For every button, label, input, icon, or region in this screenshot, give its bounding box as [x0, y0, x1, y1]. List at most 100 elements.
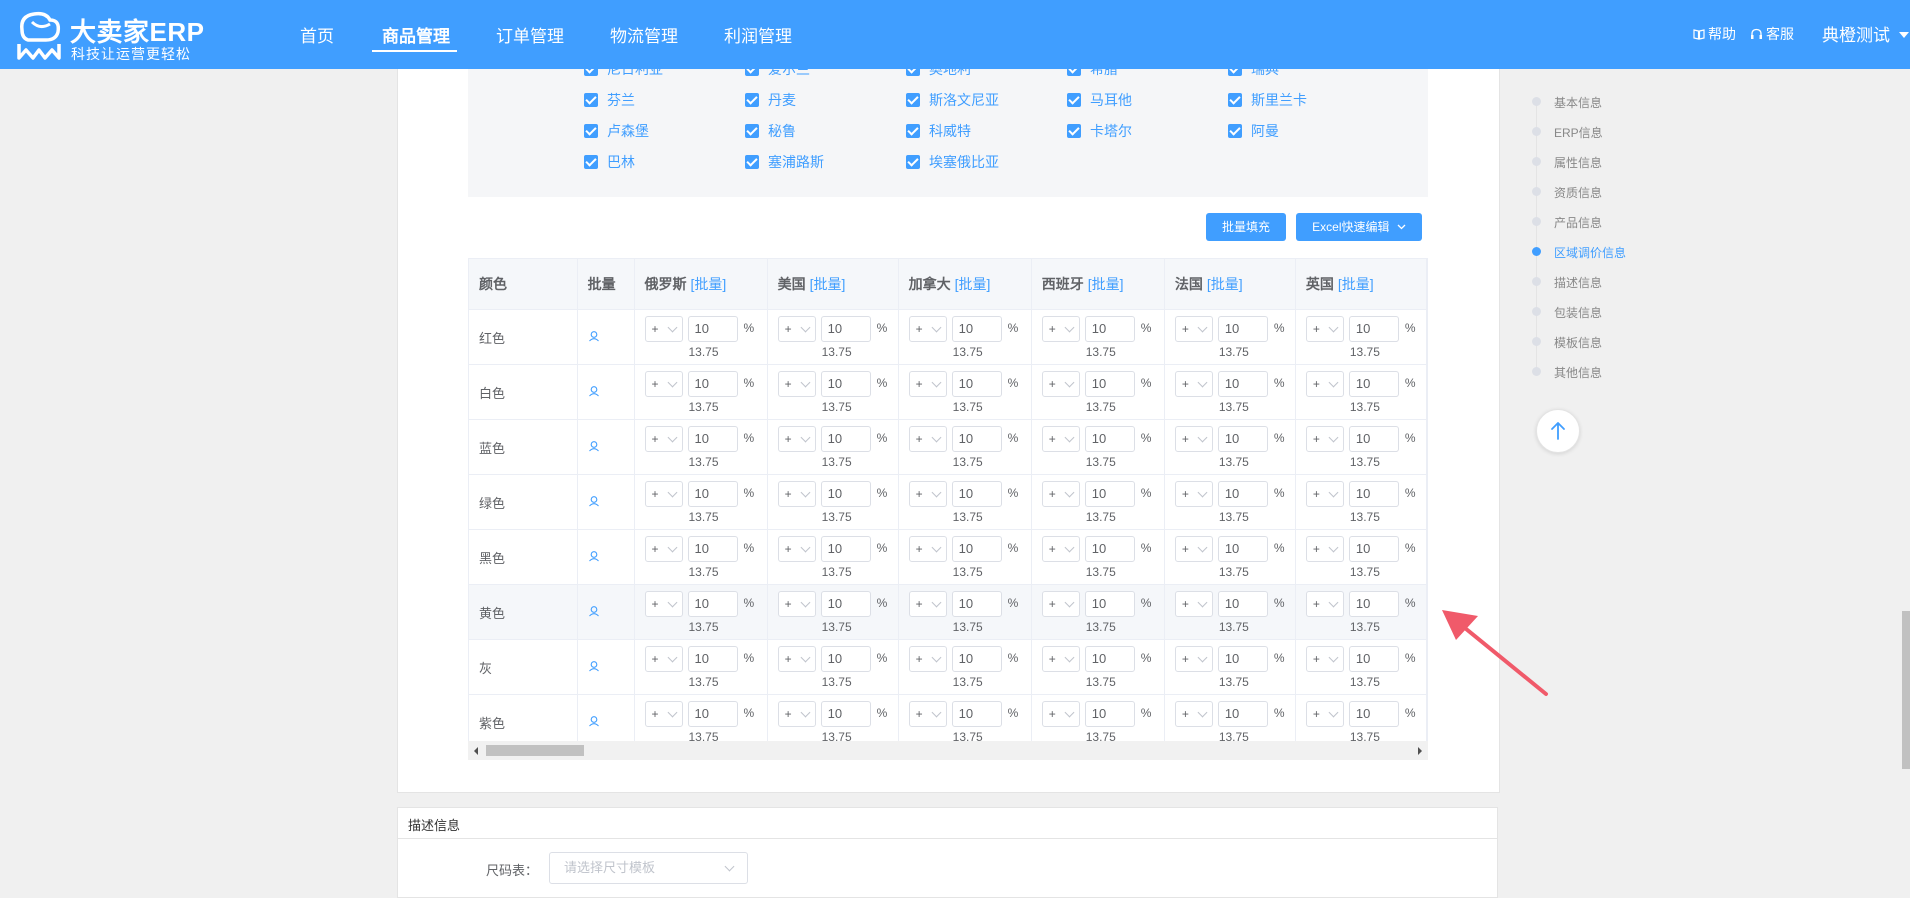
sign-select[interactable]: + — [644, 481, 683, 507]
percent-input[interactable]: 10 — [951, 426, 1002, 452]
excel-quick-edit-button[interactable]: Excel快速编辑 — [1296, 213, 1422, 241]
batch-user-icon[interactable] — [588, 440, 600, 452]
percent-input[interactable]: 10 — [1348, 536, 1399, 562]
percent-input[interactable]: 10 — [820, 481, 871, 507]
sign-select[interactable]: + — [908, 591, 947, 617]
sign-select[interactable]: + — [1305, 371, 1344, 397]
sign-select[interactable]: + — [1174, 591, 1213, 617]
country-checkbox[interactable]: 埃塞俄比亚 — [906, 152, 999, 172]
sign-select[interactable]: + — [1305, 316, 1344, 342]
sign-select[interactable]: + — [644, 536, 683, 562]
percent-input[interactable]: 10 — [951, 371, 1002, 397]
batch-link[interactable]: [批量] — [1207, 276, 1243, 292]
batch-link[interactable]: [批量] — [1338, 276, 1374, 292]
percent-input[interactable]: 10 — [687, 646, 738, 672]
percent-input[interactable]: 10 — [1084, 536, 1135, 562]
percent-input[interactable]: 10 — [1084, 701, 1135, 727]
sign-select[interactable]: + — [1041, 591, 1080, 617]
sign-select[interactable]: + — [644, 646, 683, 672]
sign-select[interactable]: + — [644, 426, 683, 452]
size-template-select[interactable]: 请选择尺寸模板 — [549, 852, 748, 884]
percent-input[interactable]: 10 — [687, 536, 738, 562]
vertical-scroll-thumb[interactable] — [1902, 611, 1910, 769]
country-checkbox[interactable]: 尼日利亚 — [584, 69, 663, 79]
sign-select[interactable]: + — [1041, 316, 1080, 342]
sign-select[interactable]: + — [908, 536, 947, 562]
batch-user-icon[interactable] — [588, 495, 600, 507]
sign-select[interactable]: + — [1041, 481, 1080, 507]
sign-select[interactable]: + — [908, 426, 947, 452]
percent-input[interactable]: 10 — [820, 426, 871, 452]
country-checkbox[interactable]: 巴林 — [584, 152, 635, 172]
sign-select[interactable]: + — [908, 371, 947, 397]
percent-input[interactable]: 10 — [1217, 371, 1268, 397]
sign-select[interactable]: + — [777, 316, 816, 342]
sign-select[interactable]: + — [1305, 701, 1344, 727]
sign-select[interactable]: + — [908, 316, 947, 342]
batch-user-icon[interactable] — [588, 715, 600, 727]
sign-select[interactable]: + — [1305, 591, 1344, 617]
sign-select[interactable]: + — [777, 701, 816, 727]
country-checkbox[interactable]: 奥地利 — [906, 69, 971, 79]
percent-input[interactable]: 10 — [820, 371, 871, 397]
batch-link[interactable]: [批量] — [810, 276, 846, 292]
country-checkbox[interactable]: 斯洛文尼亚 — [906, 90, 999, 110]
batch-user-icon[interactable] — [588, 385, 600, 397]
country-checkbox[interactable]: 瑞典 — [1228, 69, 1279, 79]
percent-input[interactable]: 10 — [951, 701, 1002, 727]
percent-input[interactable]: 10 — [687, 371, 738, 397]
sign-select[interactable]: + — [644, 701, 683, 727]
percent-input[interactable]: 10 — [951, 591, 1002, 617]
country-checkbox[interactable]: 芬兰 — [584, 90, 635, 110]
back-to-top-button[interactable] — [1536, 409, 1580, 453]
percent-input[interactable]: 10 — [1217, 591, 1268, 617]
sign-select[interactable]: + — [1174, 426, 1213, 452]
sign-select[interactable]: + — [777, 371, 816, 397]
nav-logistics-management[interactable]: 物流管理 — [610, 22, 678, 47]
batch-user-icon[interactable] — [588, 660, 600, 672]
percent-input[interactable]: 10 — [951, 536, 1002, 562]
percent-input[interactable]: 10 — [951, 481, 1002, 507]
percent-input[interactable]: 10 — [1217, 701, 1268, 727]
sign-select[interactable]: + — [1174, 646, 1213, 672]
country-checkbox[interactable]: 马耳他 — [1067, 90, 1132, 110]
percent-input[interactable]: 10 — [1348, 481, 1399, 507]
nav-order-management[interactable]: 订单管理 — [496, 22, 564, 47]
country-checkbox[interactable]: 科威特 — [906, 121, 971, 141]
country-checkbox[interactable]: 希腊 — [1067, 69, 1118, 79]
percent-input[interactable]: 10 — [1084, 426, 1135, 452]
percent-input[interactable]: 10 — [1084, 591, 1135, 617]
sign-select[interactable]: + — [1174, 701, 1213, 727]
scroll-left-icon[interactable] — [474, 747, 478, 755]
batch-user-icon[interactable] — [588, 605, 600, 617]
sign-select[interactable]: + — [1174, 481, 1213, 507]
percent-input[interactable]: 10 — [1217, 536, 1268, 562]
sign-select[interactable]: + — [1174, 536, 1213, 562]
percent-input[interactable]: 10 — [687, 316, 738, 342]
percent-input[interactable]: 10 — [1348, 371, 1399, 397]
batch-link[interactable]: [批量] — [955, 276, 991, 292]
sign-select[interactable]: + — [777, 481, 816, 507]
sign-select[interactable]: + — [908, 646, 947, 672]
scroll-right-icon[interactable] — [1418, 747, 1422, 755]
sign-select[interactable]: + — [777, 426, 816, 452]
batch-link[interactable]: [批量] — [691, 276, 727, 292]
country-checkbox[interactable]: 塞浦路斯 — [745, 152, 824, 172]
percent-input[interactable]: 10 — [687, 701, 738, 727]
percent-input[interactable]: 10 — [820, 536, 871, 562]
country-checkbox[interactable]: 爱尔兰 — [745, 69, 810, 79]
percent-input[interactable]: 10 — [687, 481, 738, 507]
sign-select[interactable]: + — [1305, 646, 1344, 672]
percent-input[interactable]: 10 — [820, 701, 871, 727]
sign-select[interactable]: + — [644, 591, 683, 617]
country-checkbox[interactable]: 卡塔尔 — [1067, 121, 1132, 141]
percent-input[interactable]: 10 — [1084, 316, 1135, 342]
batch-link[interactable]: [批量] — [1088, 276, 1124, 292]
page-vertical-scrollbar[interactable] — [1902, 69, 1910, 898]
sign-select[interactable]: + — [777, 591, 816, 617]
sign-select[interactable]: + — [1041, 536, 1080, 562]
batch-user-icon[interactable] — [588, 330, 600, 342]
sign-select[interactable]: + — [777, 536, 816, 562]
sign-select[interactable]: + — [1041, 701, 1080, 727]
sign-select[interactable]: + — [1305, 426, 1344, 452]
